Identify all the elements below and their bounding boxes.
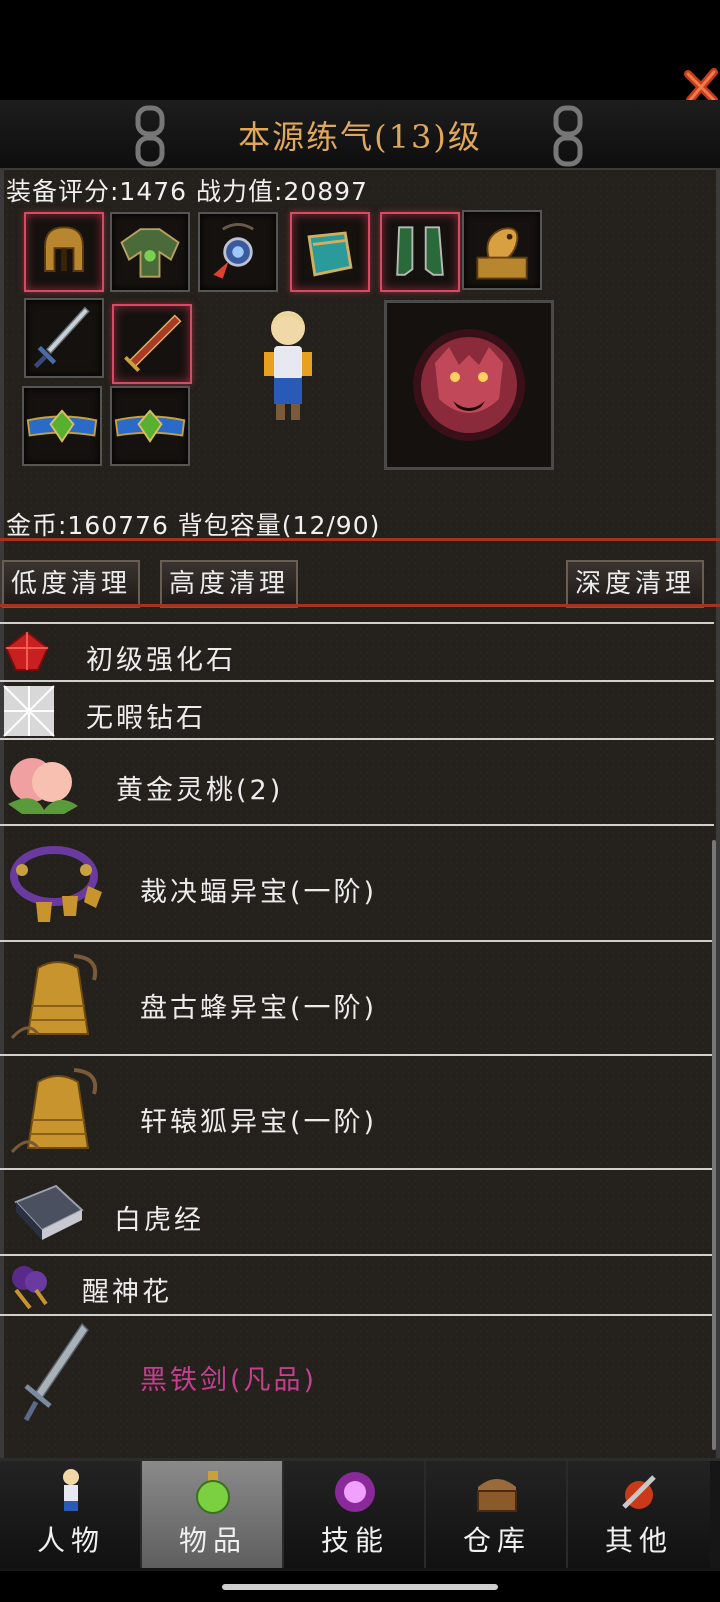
item-name: 初级强化石 [86,645,236,676]
item-name: 裁决蝠异宝(一阶) [140,877,378,908]
equip-slot-seal[interactable] [462,210,542,290]
item-name: 黄金灵桃(2) [116,775,284,806]
equip-slot-bracer[interactable] [290,212,370,292]
tab-label: 技能 [320,1524,389,1557]
list-item[interactable]: 盘古蜂异宝(一阶) [0,940,714,1054]
page-title: 本源练气(13)级 [238,118,482,156]
belt-icon [114,409,186,443]
red-gem-icon [4,630,50,671]
divider [0,604,720,607]
equip-slot-necklace[interactable] [198,212,278,292]
equip-slot-helmet[interactable] [24,212,104,292]
tab-warehouse[interactable]: 仓库 [426,1461,568,1568]
player-avatar-icon [264,311,312,420]
tab-label: 其他 [604,1524,673,1557]
list-item[interactable]: 轩辕狐异宝(一阶) [0,1054,714,1168]
equip-slot-boots[interactable] [380,212,460,292]
bell-bracelet-icon [10,846,102,922]
gold-and-capacity-line: 金币:160776 背包容量(12/90) [6,511,381,540]
item-name: 醒神花 [82,1277,172,1308]
diamond-icon [3,685,55,737]
tab-other[interactable]: 其他 [568,1461,710,1568]
list-item[interactable]: 初级强化石 [0,622,714,680]
high-clean-button[interactable]: 高度清理 [160,560,298,608]
scrollbar[interactable] [712,840,716,1450]
divider [0,538,720,541]
tiger-emblem-icon [413,329,525,441]
player-avatar [258,306,318,430]
item-name: 白虎经 [114,1205,204,1236]
bracer-icon [307,231,353,277]
amulet-icon [213,223,254,279]
red-blade-icon [124,314,182,372]
tab-label: 仓库 [462,1524,531,1557]
equip-slot-armor[interactable] [110,212,190,292]
item-name: 盘古蜂异宝(一阶) [140,993,378,1024]
other-icon [622,1475,656,1509]
sword-icon [33,306,90,369]
equip-slot-belt-2[interactable] [110,386,190,466]
item-name: 轩辕狐异宝(一阶) [140,1107,378,1138]
list-item[interactable]: 醒神花 [0,1254,714,1314]
belt-icon [26,409,98,443]
home-indicator[interactable] [222,1584,498,1590]
list-item[interactable]: 白虎经 [0,1168,714,1254]
item-name: 无暇钻石 [86,703,206,734]
equip-slot-offhand[interactable] [112,304,192,384]
tab-skills[interactable]: 技能 [284,1461,426,1568]
equip-slot-weapon[interactable] [24,298,104,378]
close-button[interactable] [684,68,720,104]
golden-dragon-seal-icon [476,227,528,280]
equip-slot-belt-1[interactable] [22,386,102,466]
item-name: 黑铁剑(凡品) [140,1365,318,1396]
skill-orb-icon [335,1472,375,1512]
list-item[interactable]: 黑铁剑(凡品) [0,1314,714,1426]
chest-icon [477,1479,517,1512]
tab-character[interactable]: 人物 [0,1461,142,1568]
purple-flower-icon [12,1266,48,1310]
armor-shoulder-icon [120,228,180,278]
golden-helmet-icon [44,226,84,272]
book-icon [14,1184,84,1240]
list-item[interactable]: 黄金灵桃(2) [0,738,714,824]
equipment-score-line: 装备评分:1476 战力值:20897 [6,177,368,206]
golden-bell-icon [10,954,97,1040]
boots-icon [396,226,444,276]
mount-slot[interactable] [384,300,554,470]
character-icon [63,1469,79,1511]
list-item[interactable]: 裁决蝠异宝(一阶) [0,824,714,940]
list-item[interactable]: 无暇钻石 [0,680,714,738]
tab-label: 物品 [178,1524,247,1557]
tab-label: 人物 [36,1524,105,1557]
tab-items[interactable]: 物品 [142,1461,284,1568]
close-icon [684,68,718,104]
iron-sword-icon [23,1322,89,1422]
deep-clean-button[interactable]: 深度清理 [566,560,704,608]
golden-bell-icon [10,1068,97,1154]
potion-icon [196,1471,230,1514]
peach-icon [8,758,78,814]
low-clean-button[interactable]: 低度清理 [2,560,140,608]
